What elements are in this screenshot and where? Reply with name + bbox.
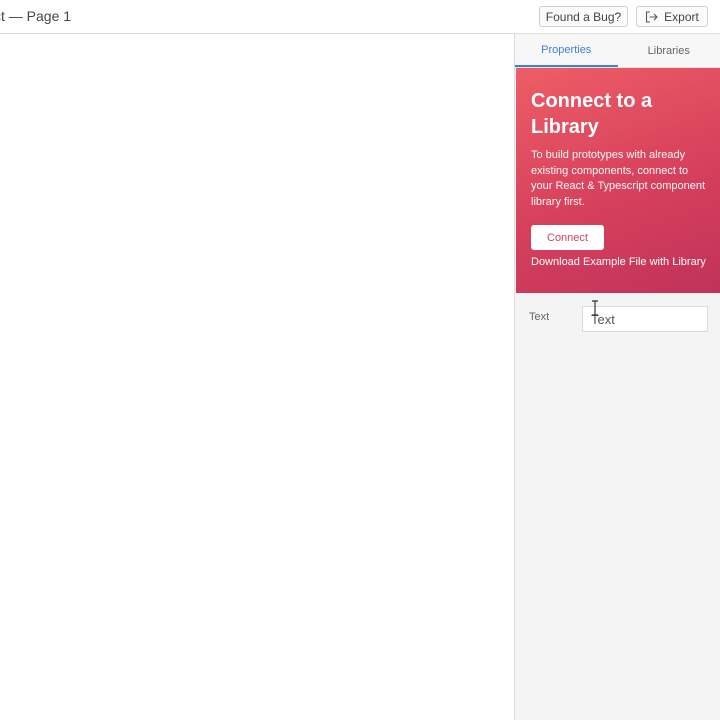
property-row-text: Text xyxy=(515,305,720,333)
top-bar: ct — Page 1 Found a Bug? Export xyxy=(0,0,720,34)
document-title: ct — Page 1 xyxy=(0,8,72,24)
export-button[interactable]: Export xyxy=(636,6,708,27)
design-canvas[interactable] xyxy=(0,34,515,720)
text-cursor-icon xyxy=(592,300,598,316)
banner-description: To build prototypes with already existin… xyxy=(531,149,706,208)
property-label: Text xyxy=(529,311,550,323)
connect-library-banner: Connect to a Library To build prototypes… xyxy=(516,68,720,293)
export-arrow-icon xyxy=(645,10,658,23)
found-a-bug-button[interactable]: Found a Bug? xyxy=(539,6,628,27)
tab-libraries[interactable]: Libraries xyxy=(618,34,720,67)
right-panel: Properties Libraries Connect to a Librar… xyxy=(514,34,720,720)
connect-button[interactable]: Connect xyxy=(531,225,604,250)
text-property-input[interactable] xyxy=(582,306,708,332)
export-label: Export xyxy=(664,9,699,24)
download-example-link[interactable]: Download Example File with Library xyxy=(531,256,707,268)
tab-properties[interactable]: Properties xyxy=(515,34,618,67)
panel-tabs: Properties Libraries xyxy=(515,34,720,68)
banner-title: Connect to a Library xyxy=(531,90,653,138)
